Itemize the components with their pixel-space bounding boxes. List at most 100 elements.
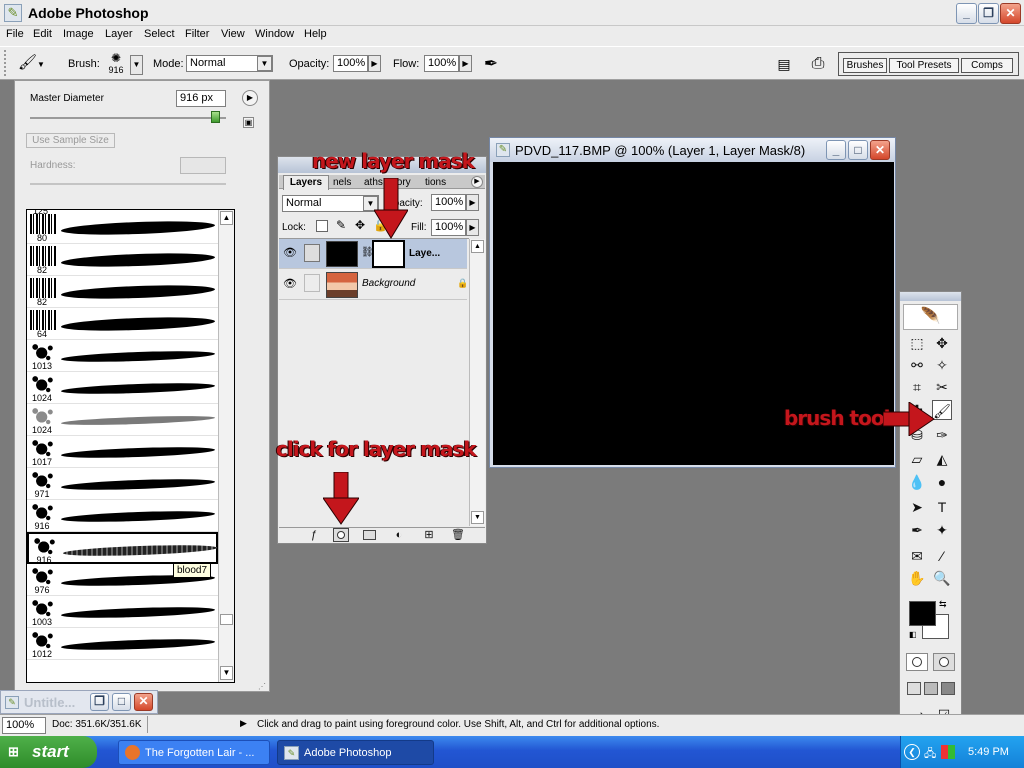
- eraser-icon[interactable]: ▱: [907, 449, 927, 469]
- layer-1-name[interactable]: Laye...: [409, 248, 440, 259]
- status-arrow-icon[interactable]: ▶: [240, 718, 247, 729]
- brush-preset-item[interactable]: 82: [27, 244, 218, 276]
- background-layer-name[interactable]: Background: [362, 278, 415, 289]
- mini-close-button[interactable]: ✕: [134, 693, 153, 711]
- scroll-up-arrow-icon[interactable]: ▲: [471, 240, 484, 253]
- brush-preset-item[interactable]: 916: [27, 532, 218, 565]
- airbrush-icon[interactable]: ✒: [479, 52, 503, 76]
- marquee-icon[interactable]: ⬚: [907, 333, 927, 353]
- scroll-down-arrow-icon[interactable]: ▼: [220, 666, 233, 680]
- brush-preset-item[interactable]: 1003: [27, 596, 218, 628]
- lock-position-icon[interactable]: ✥: [353, 218, 367, 232]
- magic-wand-icon[interactable]: ✧: [932, 355, 952, 375]
- tab-actions[interactable]: tions: [425, 177, 446, 188]
- menu-select[interactable]: Select: [144, 28, 175, 40]
- standard-mode-button[interactable]: [906, 653, 928, 671]
- menu-file[interactable]: File: [6, 28, 24, 40]
- menu-window[interactable]: Window: [255, 28, 294, 40]
- diameter-slider-thumb[interactable]: [211, 111, 220, 123]
- minimize-button[interactable]: _: [956, 3, 977, 24]
- diameter-slider-track[interactable]: [30, 117, 226, 119]
- new-preset-icon[interactable]: ▣: [243, 117, 254, 128]
- close-button[interactable]: ✕: [1000, 3, 1021, 24]
- brush-preset-item[interactable]: 1012: [27, 628, 218, 660]
- doc-close-button[interactable]: ✕: [870, 140, 890, 160]
- doc-minimize-button[interactable]: _: [826, 140, 846, 160]
- file-browser-icon[interactable]: ▤: [774, 54, 794, 74]
- eye-visibility-icon[interactable]: 👁: [282, 246, 298, 260]
- new-group-button[interactable]: [363, 530, 376, 540]
- new-layer-button[interactable]: ⊞: [420, 526, 438, 544]
- notes-icon[interactable]: ✉: [907, 546, 927, 566]
- well-tab-tool-presets[interactable]: Tool Presets: [889, 58, 959, 73]
- hand-icon[interactable]: ✋: [907, 568, 927, 588]
- menu-view[interactable]: View: [221, 28, 245, 40]
- well-tab-comps[interactable]: Comps: [961, 58, 1013, 73]
- brush-preset-item[interactable]: 64: [27, 308, 218, 340]
- chain-link-icon[interactable]: ⛓: [361, 247, 374, 261]
- slice-icon[interactable]: ✂: [932, 377, 952, 397]
- move-icon[interactable]: ✥: [932, 333, 952, 353]
- layers-opacity-slider-button[interactable]: ▶: [466, 194, 479, 211]
- mask-link-indicator-icon[interactable]: [304, 244, 320, 262]
- history-brush-icon[interactable]: ✑: [932, 425, 952, 445]
- brush-preset-item[interactable]: 1024: [27, 404, 218, 436]
- brush-preset-item[interactable]: [27, 660, 218, 682]
- screen-mode-full-icon[interactable]: [941, 682, 955, 695]
- layers-menu-button[interactable]: ▶: [471, 176, 483, 188]
- layers-scrollbar[interactable]: ▲ ▼: [469, 239, 485, 526]
- restore-button[interactable]: ❐: [978, 3, 999, 24]
- menu-filter[interactable]: Filter: [185, 28, 209, 40]
- network-icon[interactable]: 🖧: [924, 745, 938, 760]
- flow-slider-button[interactable]: ▶: [459, 55, 472, 72]
- doc-maximize-button[interactable]: □: [848, 140, 868, 160]
- dodge-icon[interactable]: ●: [932, 472, 952, 492]
- taskbar-item-forgotten-lair[interactable]: The Forgotten Lair - ...: [118, 740, 270, 765]
- mini-maximize-button[interactable]: □: [112, 693, 131, 711]
- brush-preset-item[interactable]: 1024: [27, 372, 218, 404]
- hardness-slider-track[interactable]: [30, 183, 226, 185]
- fill-slider-button[interactable]: ▶: [466, 219, 479, 236]
- swap-colors-icon[interactable]: ⇆: [939, 599, 949, 609]
- palette-well-icon[interactable]: ⎙: [806, 53, 830, 75]
- foreground-color-swatch-front[interactable]: [909, 601, 936, 626]
- picker-menu-button[interactable]: ▶: [242, 90, 258, 106]
- lock-transparency-icon[interactable]: [316, 220, 328, 232]
- layer-thumbnail[interactable]: [326, 241, 358, 267]
- layer-mask-thumbnail[interactable]: [372, 240, 405, 268]
- brush-list-scrollbar[interactable]: ▲ ▼: [218, 210, 234, 682]
- tray-app-icon[interactable]: [941, 745, 955, 759]
- type-icon[interactable]: T: [932, 497, 952, 517]
- brush-preset-item[interactable]: 971: [27, 468, 218, 500]
- toolbox-title-bar[interactable]: [900, 292, 961, 301]
- brush-preset-item[interactable]: 916: [27, 500, 218, 532]
- opacity-slider-button[interactable]: ▶: [368, 55, 381, 72]
- link-slot[interactable]: [304, 274, 320, 292]
- fill-input[interactable]: 100%: [431, 219, 466, 236]
- layers-opacity-input[interactable]: 100%: [431, 194, 466, 211]
- flow-input[interactable]: 100%: [424, 55, 459, 72]
- brush-picker-dropdown[interactable]: ▼: [130, 55, 143, 75]
- mode-select[interactable]: Normal ▼: [186, 55, 273, 72]
- tab-channels[interactable]: nels: [333, 177, 351, 188]
- screen-mode-standard-icon[interactable]: [907, 682, 921, 695]
- well-tab-brushes[interactable]: Brushes: [843, 58, 887, 73]
- quick-mask-button[interactable]: [933, 653, 955, 671]
- brush-preset-item[interactable]: 82: [27, 276, 218, 308]
- screen-mode-full-menu-icon[interactable]: [924, 682, 938, 695]
- use-sample-size-button[interactable]: Use Sample Size: [26, 133, 115, 148]
- brush-preset-item[interactable]: 1017: [27, 436, 218, 468]
- menu-help[interactable]: Help: [304, 28, 327, 40]
- menu-layer[interactable]: Layer: [105, 28, 133, 40]
- mini-restore-button[interactable]: ❐: [90, 693, 109, 711]
- pen-icon[interactable]: ✒: [907, 520, 927, 540]
- resize-grip-icon[interactable]: ⋰: [258, 682, 268, 692]
- default-colors-icon[interactable]: ◧: [909, 630, 918, 639]
- zoom-input[interactable]: 100%: [2, 717, 46, 734]
- eyedropper-icon[interactable]: ⁄: [932, 546, 952, 566]
- blend-mode-select[interactable]: Normal ▼: [282, 195, 379, 212]
- adjustment-layer-button[interactable]: ◐: [390, 526, 408, 544]
- hardness-input[interactable]: [180, 157, 226, 174]
- blur-icon[interactable]: 💧: [907, 472, 927, 492]
- taskbar-item-photoshop[interactable]: ✎ Adobe Photoshop: [277, 740, 434, 765]
